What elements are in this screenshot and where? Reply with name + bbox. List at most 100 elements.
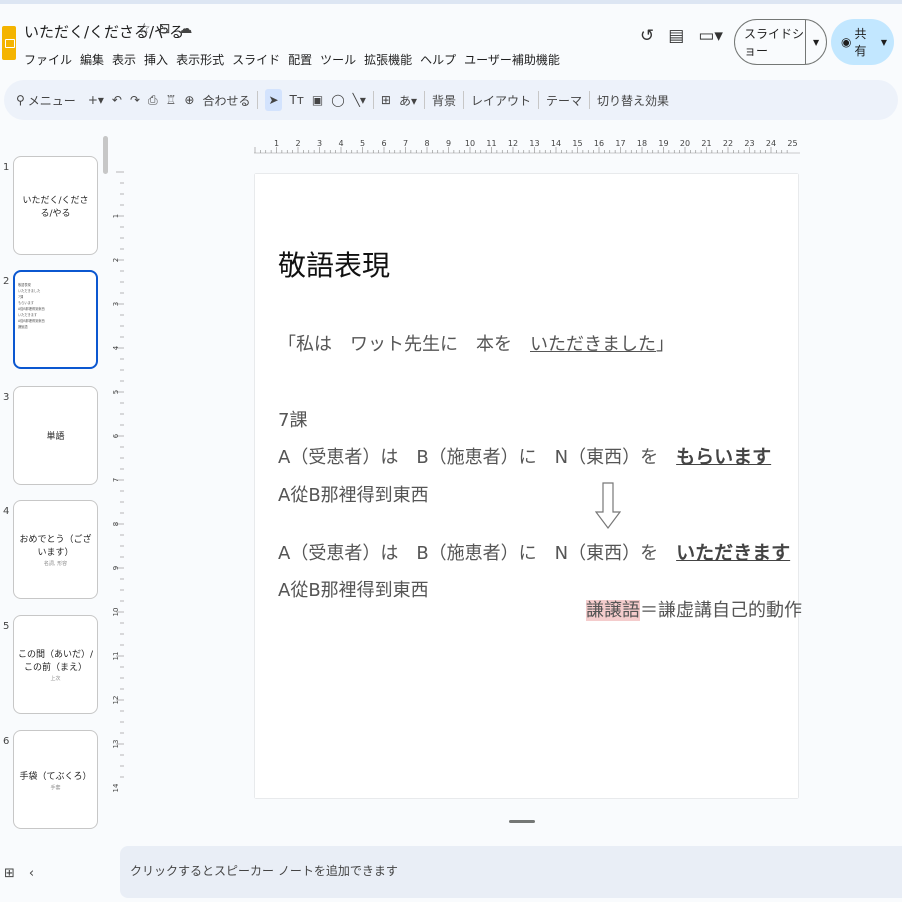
ruler-label: 3 xyxy=(112,302,120,306)
ruler-label: 5 xyxy=(360,139,365,148)
ruler-label: 10 xyxy=(112,608,120,617)
slide-thumbnail-1[interactable]: いただく/くださる/やる xyxy=(13,156,98,255)
menu-tools[interactable]: ツール xyxy=(320,51,356,68)
slide-title[interactable]: 敬語表現 xyxy=(278,244,390,284)
menu-accessibility[interactable]: ユーザー補助機能 xyxy=(464,51,560,68)
quote-pre: 「私は ワット先生に 本を xyxy=(278,334,530,355)
filmstrip-scrollbar[interactable] xyxy=(103,136,108,174)
ruler-label: 2 xyxy=(112,258,120,262)
chevron-down-icon[interactable]: ▼ xyxy=(876,38,892,47)
toolbar-divider xyxy=(372,91,374,109)
chevron-down-icon[interactable]: ▼ xyxy=(806,38,826,47)
collapse-panel-icon[interactable]: ‹ xyxy=(29,866,34,881)
thumbnail-title: おめでとう（ございます） xyxy=(19,535,92,558)
ruler-label: 14 xyxy=(112,783,120,792)
ruler-label: 21 xyxy=(701,139,711,148)
pattern-line-1[interactable]: A（受恵者）は B（施恵者）に N（東西）を もらいます xyxy=(278,442,771,469)
line-icon[interactable]: ╲▾ xyxy=(353,93,366,107)
ruler-label: 4 xyxy=(112,345,120,350)
speaker-notes[interactable]: クリックするとスピーカー ノートを追加できます xyxy=(120,846,902,898)
select-cursor-icon[interactable]: ➤ xyxy=(265,89,282,111)
meet-icon[interactable]: ▭▾ xyxy=(698,26,723,46)
header-tools: ↺ ▤ ▭▾ xyxy=(640,26,723,46)
input-tools-icon[interactable]: あ▾ xyxy=(399,92,417,109)
thumbnail-subtitle: 名詞, 形容 xyxy=(43,561,68,567)
arrow-down-icon[interactable] xyxy=(595,482,621,530)
paint-format-icon[interactable]: ♖ xyxy=(166,93,177,107)
star-icon[interactable]: ☆ xyxy=(138,21,151,37)
slide-thumbnail-4[interactable]: おめでとう（ございます） 名詞, 形容 xyxy=(13,500,98,599)
ruler-label: 3 xyxy=(317,139,322,148)
slide-canvas[interactable]: 敬語表現 「私は ワット先生に 本を いただきました」 7課 A（受恵者）は B… xyxy=(255,174,802,798)
ruler-label: 2 xyxy=(295,139,300,148)
zoom-icon[interactable]: ⊕ xyxy=(184,93,194,107)
shape-icon[interactable]: ◯ xyxy=(331,93,344,107)
menu-extensions[interactable]: 拡張機能 xyxy=(364,51,412,68)
note-line[interactable]: 謙譲語＝謙虚講自己的動作 xyxy=(586,596,802,622)
slide-number: 5 xyxy=(3,621,10,632)
menu-edit[interactable]: 編集 xyxy=(80,51,104,68)
comments-icon[interactable]: ▤ xyxy=(668,26,684,46)
menu-view[interactable]: 表示 xyxy=(112,51,136,68)
theme-button[interactable]: テーマ xyxy=(546,92,582,109)
ruler-label: 10 xyxy=(465,139,475,148)
slide-thumbnail-5[interactable]: この間（あいだ）/この前（まえ） 上次 xyxy=(13,615,98,714)
slides-logo-icon[interactable] xyxy=(2,26,16,60)
redo-icon[interactable]: ↷ xyxy=(130,93,140,107)
ruler-label: 19 xyxy=(658,139,668,148)
menu-insert[interactable]: 挿入 xyxy=(144,51,168,68)
title-icons: ☆ ⊡ ☁ xyxy=(138,21,192,37)
layout-button[interactable]: レイアウト xyxy=(471,92,531,109)
vertical-ruler[interactable]: 1234567891011121314 xyxy=(112,170,126,800)
slide-thumbnail-3[interactable]: 単語 xyxy=(13,386,98,485)
share-button[interactable]: ◉ 共有 ▼ xyxy=(831,19,894,65)
pattern-line-2[interactable]: A（受恵者）は B（施恵者）に N（東西）を いただきます xyxy=(278,538,790,565)
pattern-1-verb: もらいます xyxy=(676,446,772,468)
text-box-icon[interactable]: Tт xyxy=(290,93,304,107)
ruler-label: 16 xyxy=(594,139,604,148)
move-folder-icon[interactable]: ⊡ xyxy=(159,21,171,37)
ruler-label: 20 xyxy=(680,139,690,148)
image-icon[interactable]: ▣ xyxy=(312,93,323,107)
slideshow-button[interactable]: スライドショー ▼ xyxy=(734,19,827,65)
translation-line-2[interactable]: A從B那裡得到東西 xyxy=(278,576,429,602)
grid-view-icon[interactable]: ⊞ xyxy=(4,866,15,881)
background-button[interactable]: 背景 xyxy=(432,92,456,109)
undo-icon[interactable]: ↶ xyxy=(112,93,122,107)
menu-slide[interactable]: スライド xyxy=(232,51,280,68)
zoom-select[interactable]: 合わせる xyxy=(202,92,250,109)
translation-line-1[interactable]: A從B那裡得到東西 xyxy=(278,481,429,507)
notes-resize-handle[interactable] xyxy=(509,820,535,823)
toolbar-divider xyxy=(423,91,425,109)
horizontal-ruler[interactable]: 1 2 3 4 5 6 7 8 9 10 11 12 13 14 15 16 17 18 19 20 21 22 23 24 2… xyxy=(254,136,800,154)
ruler-label: 7 xyxy=(403,139,408,148)
slide-thumbnail-2[interactable]: 敬語表現 いただきました 7課 もらいます A從B那裡得到東西 いただきます A… xyxy=(13,270,98,369)
search-menus[interactable]: ⚲ メニュー xyxy=(12,92,80,109)
toolbar-divider xyxy=(257,91,259,109)
quote-line[interactable]: 「私は ワット先生に 本を いただきました」 xyxy=(278,330,674,356)
thumbnail-title: いただく/くださる/やる xyxy=(22,195,89,219)
transition-button[interactable]: 切り替え効果 xyxy=(597,92,669,109)
ruler-label: 9 xyxy=(112,566,120,570)
history-icon[interactable]: ↺ xyxy=(640,26,654,46)
app-header: いただく/くださる/やる ☆ ⊡ ☁ ファイル 編集 表示 挿入 表示形式 スラ… xyxy=(0,4,902,76)
pattern-2-verb: いただきます xyxy=(676,542,791,564)
menu-file[interactable]: ファイル xyxy=(24,51,72,68)
menu-arrange[interactable]: 配置 xyxy=(288,51,312,68)
menu-help[interactable]: ヘルプ xyxy=(420,51,456,68)
comment-add-icon[interactable]: ⊞ xyxy=(381,93,391,107)
toolbar-divider xyxy=(589,91,591,109)
ruler-label: 11 xyxy=(112,652,120,661)
lesson-label[interactable]: 7課 xyxy=(278,406,307,432)
cloud-status-icon[interactable]: ☁ xyxy=(178,21,192,37)
new-slide-icon[interactable]: +▾ xyxy=(88,93,104,107)
highlighted-term: 謙譲語 xyxy=(586,600,640,621)
ruler-label: 24 xyxy=(766,139,776,148)
slide-number: 6 xyxy=(3,736,10,747)
note-definition: ＝謙虚講自己的動作 xyxy=(640,600,802,621)
print-icon[interactable]: ⎙ xyxy=(148,93,158,108)
slide-thumbnail-6[interactable]: 手袋（てぶくろ） 手套 xyxy=(13,730,98,829)
menu-format[interactable]: 表示形式 xyxy=(176,51,224,68)
ruler-label: 12 xyxy=(112,696,120,705)
notes-placeholder: クリックするとスピーカー ノートを追加できます xyxy=(130,864,398,878)
